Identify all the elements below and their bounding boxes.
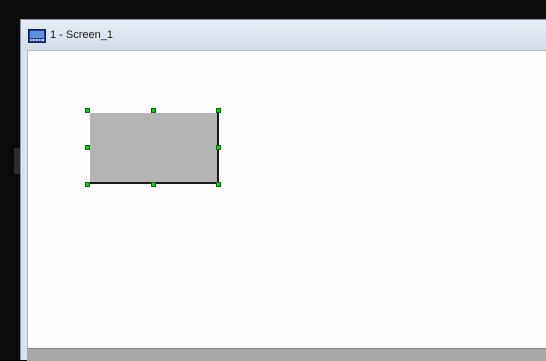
horizontal-scrollbar[interactable] [27,348,546,361]
resize-handle-top-right[interactable] [216,108,221,113]
screen-canvas[interactable] [27,50,546,348]
desktop-background: 1 - Screen_1 [0,0,546,361]
resize-handle-bottom-right[interactable] [216,182,221,187]
screen-icon [28,28,46,43]
resize-handle-bottom[interactable] [151,182,156,187]
resize-handle-left[interactable] [85,145,90,150]
window-titlebar[interactable]: 1 - Screen_1 [21,20,546,50]
rectangle-shape[interactable] [88,111,219,184]
resize-handle-top-left[interactable] [85,108,90,113]
screen-editor-window: 1 - Screen_1 [20,19,546,361]
resize-handle-bottom-left[interactable] [85,182,90,187]
resize-handle-right[interactable] [216,145,221,150]
resize-handle-top[interactable] [151,108,156,113]
window-title: 1 - Screen_1 [50,29,113,41]
